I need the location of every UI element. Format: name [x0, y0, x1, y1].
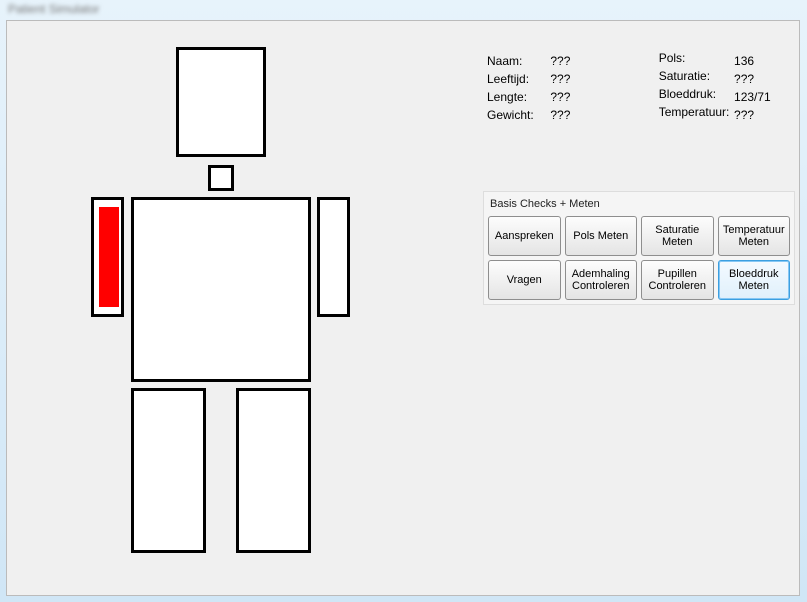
ademhaling-controleren-button[interactable]: Ademhaling Controleren: [565, 260, 638, 300]
label-saturatie: Saturatie:: [659, 69, 731, 83]
checks-row-1: Aanspreken Pols Meten Saturatie Meten Te…: [488, 216, 790, 256]
aanspreken-button[interactable]: Aanspreken: [488, 216, 561, 256]
pols-meten-button[interactable]: Pols Meten: [565, 216, 638, 256]
value-leeftijd: ???: [550, 72, 655, 86]
value-bloeddruk: 123/71: [734, 90, 784, 104]
checks-row-2: Vragen Ademhaling Controleren Pupillen C…: [488, 260, 790, 300]
label-temperatuur: Temperatuur:: [659, 105, 731, 119]
saturatie-meten-button[interactable]: Saturatie Meten: [641, 216, 714, 256]
vragen-button[interactable]: Vragen: [488, 260, 561, 300]
bloeddruk-meten-button[interactable]: Bloeddruk Meten: [718, 260, 791, 300]
body-part-torso[interactable]: [131, 197, 311, 382]
pupillen-controleren-button[interactable]: Pupillen Controleren: [641, 260, 714, 300]
value-lengte: ???: [550, 90, 655, 104]
body-part-leg-right[interactable]: [236, 388, 311, 553]
label-naam: Naam:: [487, 54, 547, 68]
body-part-leg-left[interactable]: [131, 388, 206, 553]
value-pols: 136: [734, 54, 784, 68]
body-part-head[interactable]: [176, 47, 266, 157]
body-part-arm-left-highlight: [99, 207, 119, 307]
checks-group-title: Basis Checks + Meten: [490, 198, 790, 210]
body-figure: [91, 47, 391, 577]
body-part-arm-right[interactable]: [317, 197, 350, 317]
value-temperatuur: ???: [734, 108, 784, 122]
label-pols: Pols:: [659, 51, 731, 65]
main-panel: Naam: ??? Pols: 136 Leeftijd: ??? Satura…: [6, 20, 800, 596]
label-lengte: Lengte:: [487, 90, 547, 104]
patient-info: Naam: ??? Pols: 136 Leeftijd: ??? Satura…: [487, 51, 787, 123]
window-title: Patient Simulator: [8, 2, 99, 16]
label-gewicht: Gewicht:: [487, 108, 547, 122]
label-leeftijd: Leeftijd:: [487, 72, 547, 86]
window-frame: Patient Simulator Naam: ??? Pols: 136 Le…: [0, 0, 807, 602]
temperatuur-meten-button[interactable]: Temperatuur Meten: [718, 216, 791, 256]
label-bloeddruk: Bloeddruk:: [659, 87, 731, 101]
value-saturatie: ???: [734, 72, 784, 86]
body-part-arm-left[interactable]: [91, 197, 124, 317]
body-part-neck[interactable]: [208, 165, 234, 191]
value-naam: ???: [550, 54, 655, 68]
checks-group: Basis Checks + Meten Aanspreken Pols Met…: [483, 191, 795, 305]
value-gewicht: ???: [550, 108, 655, 122]
